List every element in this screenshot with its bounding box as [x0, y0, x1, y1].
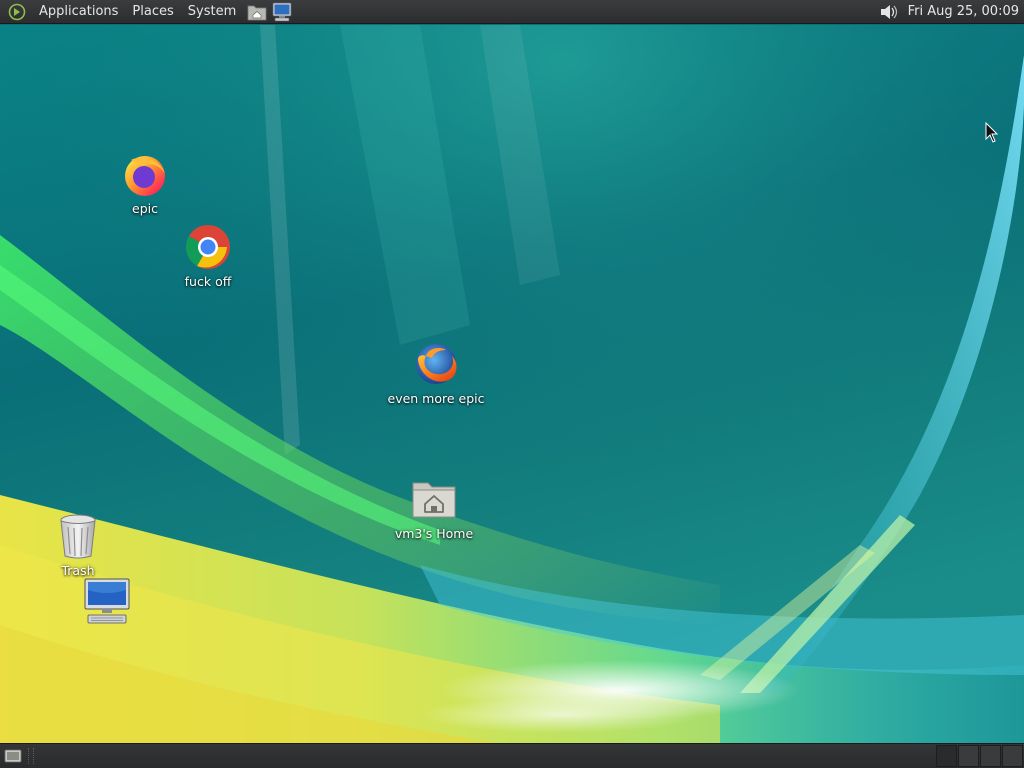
chrome-icon	[186, 225, 230, 269]
top-panel: Applications Places System Fri Aug 25, 0…	[0, 0, 1024, 24]
places-menu[interactable]: Places	[125, 0, 180, 24]
firefox-icon	[125, 156, 165, 196]
desktop[interactable]: epic fuck off even more epic vm3's Home …	[0, 25, 1024, 743]
firefox-classic-icon	[416, 344, 457, 384]
desktop-icon-epic[interactable]: epic	[90, 149, 200, 216]
applications-menu[interactable]: Applications	[32, 0, 125, 24]
workspace-4[interactable]	[1002, 745, 1023, 767]
desktop-icon-trash[interactable]: Trash	[23, 511, 133, 578]
home-folder-icon	[412, 482, 456, 518]
computer-icon	[84, 578, 130, 624]
workspace-1[interactable]	[936, 745, 957, 767]
desktop-icon-computer[interactable]	[52, 576, 162, 628]
clock[interactable]: Fri Aug 25, 00:09	[908, 4, 1024, 19]
show-desktop-icon	[4, 749, 22, 763]
desktop-icon-fuck-off[interactable]: fuck off	[153, 222, 263, 289]
wallpaper	[0, 25, 1024, 743]
mouse-cursor-icon	[985, 122, 999, 143]
desktop-icon-even-more-epic[interactable]: even more epic	[381, 339, 491, 406]
computer-icon	[272, 2, 292, 21]
bottom-panel	[0, 743, 1024, 768]
speaker-icon	[880, 4, 897, 19]
computer-launcher[interactable]	[271, 1, 293, 23]
desktop-icon-label: fuck off	[184, 274, 232, 289]
trash-icon	[60, 514, 96, 559]
home-folder-icon	[247, 5, 267, 20]
workspace-3[interactable]	[980, 745, 1001, 767]
workspace-2[interactable]	[958, 745, 979, 767]
mate-logo-icon[interactable]	[8, 3, 26, 21]
volume-control[interactable]	[878, 1, 900, 23]
desktop-icon-label: epic	[132, 201, 158, 216]
desktop-icon-label: even more epic	[387, 391, 485, 406]
panel-drag-handle[interactable]	[28, 748, 34, 764]
desktop-icon-label: vm3's Home	[394, 526, 474, 541]
show-desktop-button[interactable]	[2, 745, 24, 767]
desktop-icon-home[interactable]: vm3's Home	[379, 474, 489, 541]
system-menu[interactable]: System	[181, 0, 243, 24]
home-folder-launcher[interactable]	[246, 1, 268, 23]
